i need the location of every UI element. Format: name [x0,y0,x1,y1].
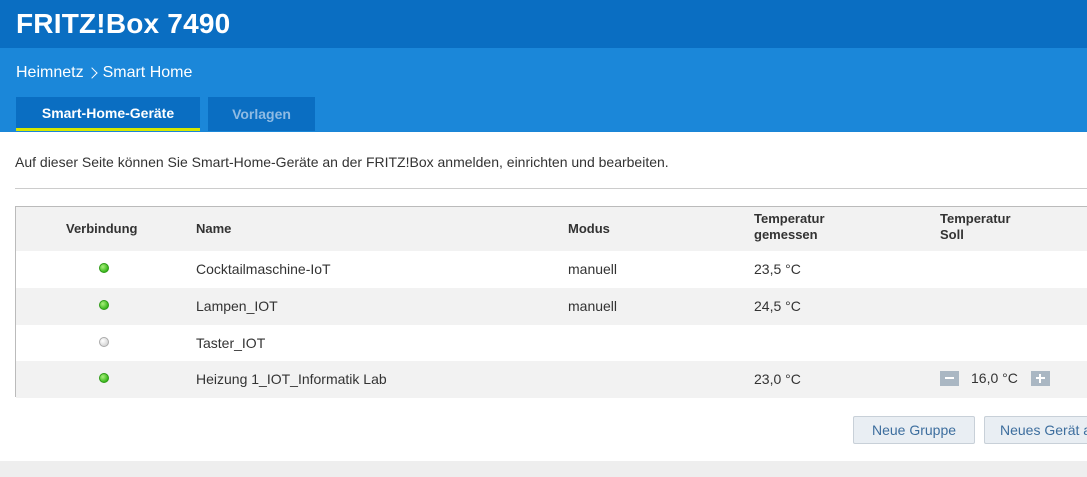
breadcrumb: Heimnetz Smart Home [16,64,192,82]
column-header-connection: Verbindung [66,221,138,236]
breadcrumb-current: Smart Home [102,64,193,81]
device-name: Cocktailmaschine-IoT [196,261,331,277]
increase-temperature-button[interactable] [1030,370,1050,386]
column-header-temp-target: Temperatur Soll [940,211,1011,243]
table-row[interactable]: Heizung 1_IOT_Informatik Lab 23,0 °C 16,… [16,361,1087,398]
app-title: FRITZ!Box 7490 [16,8,231,39]
tab-templates[interactable]: Vorlagen [208,97,315,131]
column-header-temp-target-line2: Soll [940,227,964,242]
device-temperature: 23,5 °C [754,261,801,277]
target-temperature-value: 16,0 °C [971,370,1018,386]
device-name: Heizung 1_IOT_Informatik Lab [196,371,387,387]
tab-bar: Smart-Home-Geräte Vorlagen [16,97,315,131]
plus-icon-stroke [1039,373,1042,383]
decrease-temperature-button[interactable] [940,370,959,386]
status-led-icon [99,263,109,273]
device-temperature: 24,5 °C [754,298,801,314]
column-header-temp-measured: Temperatur gemessen [754,211,825,243]
status-led-icon [99,300,109,310]
device-name: Lampen_IOT [196,298,278,314]
table-row[interactable]: Cocktailmaschine-IoT manuell 23,5 °C [16,251,1087,288]
status-led-icon [99,337,109,347]
table-header: Verbindung Name Modus Temperatur gemesse… [16,207,1087,251]
device-table: Verbindung Name Modus Temperatur gemesse… [15,206,1087,398]
breadcrumb-parent[interactable]: Heimnetz [16,64,84,82]
page-description: Auf dieser Seite können Sie Smart-Home-G… [15,154,669,170]
column-header-temp-measured-line1: Temperatur [754,211,825,226]
target-temperature-stepper: 16,0 °C [940,370,1050,386]
navigation-bar: Heimnetz Smart Home Smart-Home-Geräte Vo… [0,48,1087,132]
device-temperature: 23,0 °C [754,371,801,387]
main-content: Auf dieser Seite können Sie Smart-Home-G… [0,132,1087,461]
chevron-right-icon [85,67,98,79]
table-row[interactable]: Lampen_IOT manuell 24,5 °C [16,288,1087,325]
column-header-temp-measured-line2: gemessen [754,227,818,242]
footer-band [0,461,1087,477]
device-name: Taster_IOT [196,335,266,351]
divider [15,188,1087,189]
new-group-button[interactable]: Neue Gruppe [853,416,975,444]
status-led-icon [99,373,109,383]
column-header-name: Name [196,221,232,236]
device-mode: manuell [568,261,618,277]
table-row[interactable]: Taster_IOT [16,325,1087,362]
column-header-mode: Modus [568,221,610,236]
column-header-temp-target-line1: Temperatur [940,211,1011,226]
device-mode: manuell [568,298,618,314]
tab-smart-home-devices[interactable]: Smart-Home-Geräte [16,97,200,131]
register-new-device-button[interactable]: Neues Gerät anmelden [984,416,1087,444]
top-bar: FRITZ!Box 7490 [0,0,1087,48]
minus-icon [945,377,954,379]
